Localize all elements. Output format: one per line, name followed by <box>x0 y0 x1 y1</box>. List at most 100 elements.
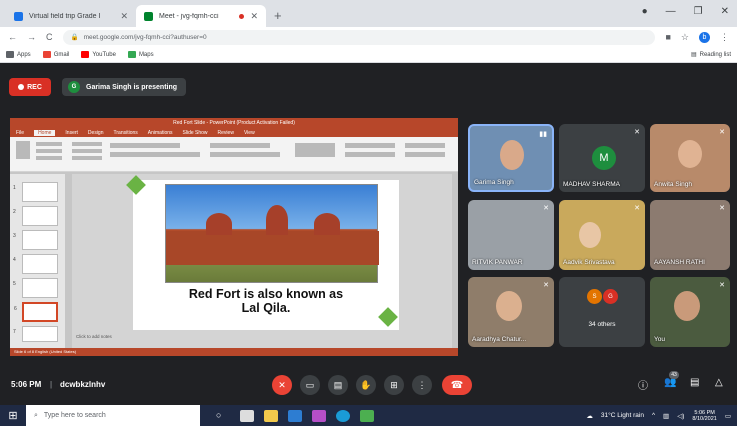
participant-tile[interactable]: ✕ AAYANSH RATHI <box>650 200 730 270</box>
close-window-button[interactable]: ✕ <box>721 6 729 17</box>
reading-list-label: Reading list <box>699 51 731 58</box>
network-icon[interactable]: ▥ <box>663 412 669 420</box>
bookmark-gmail[interactable]: Gmail <box>42 51 69 58</box>
youtube-icon <box>81 51 90 58</box>
menu-kebab-icon[interactable]: ⋮ <box>720 32 729 43</box>
ppt-tab: Animations <box>147 129 173 136</box>
mic-off-button[interactable]: ✕ <box>272 375 292 395</box>
recording-indicator-icon <box>239 13 245 19</box>
red-fort-photo <box>165 184 379 283</box>
slide-caption: Red Fort is also known as Lal Qila. <box>133 287 399 315</box>
captions-icon: ▤ <box>333 379 343 390</box>
cortana-icon[interactable]: ○ <box>216 410 230 422</box>
presenter-avatar: G <box>68 81 80 93</box>
minimize-button[interactable]: — <box>666 6 676 17</box>
close-tab-icon[interactable]: ✕ <box>250 11 258 22</box>
divider: | <box>50 380 53 389</box>
notifications-icon[interactable]: ▭ <box>725 412 731 420</box>
camera-button[interactable]: ▭ <box>300 375 320 395</box>
ppt-tab: Review <box>217 129 234 136</box>
browser-tab-meet[interactable]: Meet - jvg-fqmh-cci ✕ <box>136 5 266 27</box>
chrome-icon[interactable] <box>360 409 374 422</box>
captions-button[interactable]: ▤ <box>328 375 348 395</box>
shared-screen-powerpoint: Red Fort Slide - PowerPoint (Product Act… <box>10 118 458 356</box>
fort-dome <box>206 213 232 235</box>
camera-icon: ▭ <box>305 379 315 390</box>
slide-number: 1 <box>13 185 16 191</box>
more-options-button[interactable]: ⋮ <box>412 375 432 395</box>
info-icon[interactable]: ⓘ <box>638 377 648 392</box>
participant-tile[interactable]: ✕ Aaradhya Chatur... <box>468 277 554 347</box>
ppt-ribbon <box>10 137 458 172</box>
windows-start-icon[interactable]: ⊞ <box>0 409 26 422</box>
browser-tab-field-trip[interactable]: Virtual field trip Grade I ✕ <box>6 5 136 27</box>
self-tile[interactable]: ✕ You <box>650 277 730 347</box>
others-tile[interactable]: S G 34 others <box>559 277 645 347</box>
participant-tile[interactable]: ▮▮ Garima Singh <box>468 124 554 192</box>
media-app-icon[interactable] <box>312 409 326 422</box>
store-icon[interactable] <box>288 409 302 422</box>
bookmark-apps[interactable]: Apps <box>6 51 31 58</box>
back-icon[interactable]: ← <box>8 32 17 42</box>
mic-muted-icon: ✕ <box>719 282 725 289</box>
file-explorer-icon[interactable] <box>264 409 278 422</box>
docs-favicon-icon <box>14 11 23 21</box>
reload-icon[interactable]: C <box>46 32 53 42</box>
tab-search-icon[interactable]: ● <box>642 6 648 17</box>
ppt-tab: Design <box>87 129 104 136</box>
weather-text[interactable]: 31°C Light rain <box>601 412 644 419</box>
volume-icon[interactable]: ◁) <box>677 412 684 420</box>
raise-hand-button[interactable]: ✋ <box>356 375 376 395</box>
slide-thumbnail[interactable]: 5 <box>13 278 58 298</box>
edge-icon[interactable] <box>336 409 350 422</box>
ppt-tab: Insert <box>65 129 78 136</box>
slide-thumbnail[interactable]: 7 <box>13 326 58 342</box>
clock-date: 8/10/2021 <box>692 415 717 422</box>
participant-tile[interactable]: M ✕ MADHAV SHARMA <box>559 124 645 192</box>
slide-thumbnail-selected[interactable]: 6 <box>14 302 58 322</box>
participant-video <box>579 222 601 248</box>
task-view-icon[interactable] <box>240 409 254 422</box>
windows-taskbar: ⊞ ⌕ Type here to search ○ ☁ 31°C Light r… <box>0 405 737 426</box>
taskbar-clock[interactable]: 5:06 PM 8/10/2021 <box>692 410 716 422</box>
participant-name: Aaradhya Chatur... <box>472 336 527 343</box>
present-button[interactable]: ⊞ <box>384 375 404 395</box>
tray-chevron-icon[interactable]: ^ <box>652 412 655 419</box>
taskbar-search-box[interactable]: ⌕ Type here to search <box>26 405 200 426</box>
maximize-button[interactable]: ❐ <box>694 6 703 17</box>
search-icon: ⌕ <box>34 411 38 419</box>
activities-icon[interactable]: △ <box>715 377 723 388</box>
participant-tile[interactable]: ✕ Anwita Singh <box>650 124 730 192</box>
slide-thumbnail[interactable]: 2 <box>13 206 58 226</box>
tab-title: Virtual field trip Grade I <box>29 12 101 20</box>
bookmark-star-icon[interactable]: ☆ <box>681 32 689 43</box>
raise-hand-icon: ✋ <box>360 379 372 390</box>
record-dot-icon <box>18 84 25 90</box>
participant-tile[interactable]: ✕ Aadvik Srivastava <box>559 200 645 270</box>
bookmark-maps[interactable]: Maps <box>127 51 154 58</box>
slide-thumbnail[interactable]: 4 <box>13 254 58 274</box>
forward-icon[interactable]: → <box>27 32 36 42</box>
others-avatar: G <box>603 289 618 304</box>
slide-thumbnail[interactable]: 1 <box>13 182 58 202</box>
meeting-code: dcwbkzlnhv <box>60 380 106 389</box>
fort-gate-tower <box>266 205 288 235</box>
chat-icon[interactable]: ▤ <box>690 377 699 388</box>
bookmark-youtube[interactable]: YouTube <box>81 51 116 58</box>
new-tab-button[interactable]: + <box>266 8 290 27</box>
leave-call-button[interactable]: ☎ <box>442 375 472 395</box>
address-bar-row: ← → C 🔒 meet.google.com/jvg-fqmh-cci?aut… <box>0 27 737 47</box>
participant-tile[interactable]: ✕ RITVIK PANWAR <box>468 200 554 270</box>
participant-name: AAYANSH RATHI <box>654 259 705 266</box>
camera-permission-icon[interactable]: ■ <box>665 32 670 42</box>
meet-top-bar: REC G Garima Singh is presenting <box>0 63 737 113</box>
mic-muted-icon: ✕ <box>543 282 549 289</box>
slide-number: 4 <box>13 257 16 263</box>
profile-avatar[interactable]: b <box>699 31 710 43</box>
slide-edit-area: Red Fort is also known as Lal Qila. Clic… <box>72 174 452 348</box>
close-tab-icon[interactable]: ✕ <box>120 11 128 22</box>
ppt-tab: Transitions <box>113 129 138 136</box>
slide-thumbnail[interactable]: 3 <box>13 230 58 250</box>
reading-list-button[interactable]: ▤ Reading list <box>691 51 731 59</box>
url-field[interactable]: 🔒 meet.google.com/jvg-fqmh-cci?authuser=… <box>62 29 656 45</box>
